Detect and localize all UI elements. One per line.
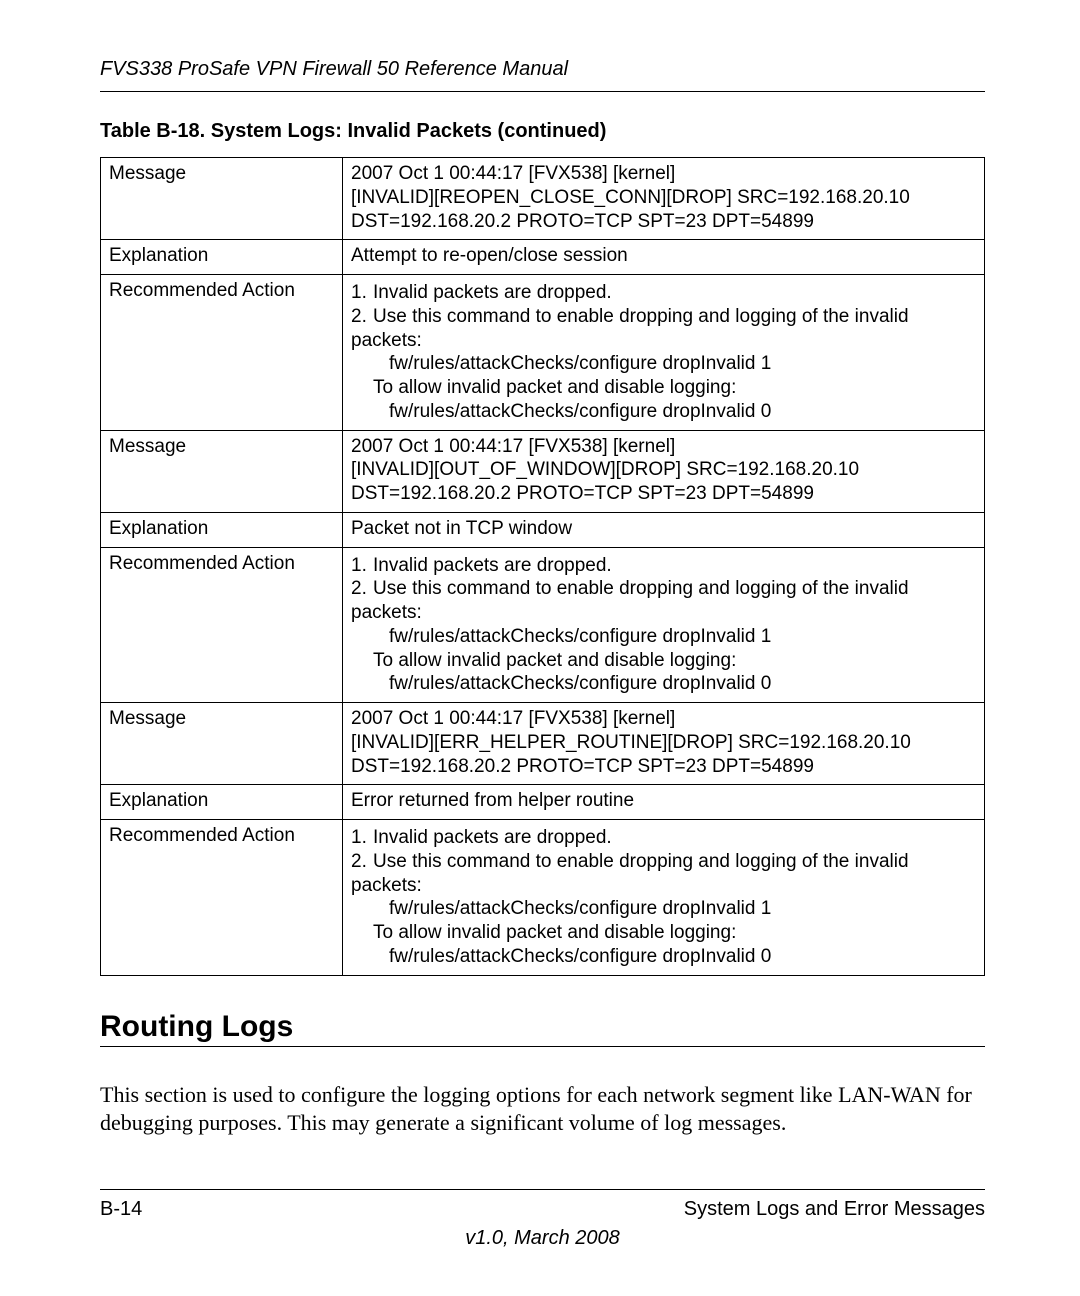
log-table: Message 2007 Oct 1 00:44:17 [FVX538] [ke… — [100, 157, 985, 976]
row-value: Packet not in TCP window — [343, 512, 985, 547]
page: FVS338 ProSafe VPN Firewall 50 Reference… — [0, 0, 1080, 1296]
table-row: Message 2007 Oct 1 00:44:17 [FVX538] [ke… — [101, 430, 985, 512]
header-rule — [100, 91, 985, 92]
table-row: Recommended Action 1.Invalid packets are… — [101, 275, 985, 431]
row-label: Explanation — [101, 785, 343, 820]
table-row: Explanation Packet not in TCP window — [101, 512, 985, 547]
row-value: Error returned from helper routine — [343, 785, 985, 820]
msg-line: DST=192.168.20.2 PROTO=TCP SPT=23 DPT=54… — [351, 756, 814, 777]
table-row: Explanation Attempt to re-open/close ses… — [101, 240, 985, 275]
row-label: Message — [101, 703, 343, 785]
msg-line: DST=192.168.20.2 PROTO=TCP SPT=23 DPT=54… — [351, 483, 814, 504]
action-item: Use this command to enable dropping and … — [351, 306, 909, 351]
running-title: FVS338 ProSafe VPN Firewall 50 Reference… — [100, 58, 985, 81]
table-row: Explanation Error returned from helper r… — [101, 785, 985, 820]
action-item: Invalid packets are dropped. — [373, 827, 612, 848]
action-cmd: fw/rules/attackChecks/configure dropInva… — [351, 625, 976, 649]
section-paragraph: This section is used to configure the lo… — [100, 1081, 985, 1137]
action-item: Invalid packets are dropped. — [373, 282, 612, 303]
action-item: Use this command to enable dropping and … — [351, 578, 909, 623]
msg-line: [INVALID][REOPEN_CLOSE_CONN][DROP] SRC=1… — [351, 187, 910, 208]
action-cmd: fw/rules/attackChecks/configure dropInva… — [351, 897, 976, 921]
row-label: Explanation — [101, 240, 343, 275]
action-note: To allow invalid packet and disable logg… — [351, 649, 976, 673]
action-list: 1.Invalid packets are dropped. 2.Use thi… — [351, 826, 976, 969]
action-note: To allow invalid packet and disable logg… — [351, 376, 976, 400]
msg-line: [INVALID][ERR_HELPER_ROUTINE][DROP] SRC=… — [351, 732, 911, 753]
row-label: Recommended Action — [101, 275, 343, 431]
row-value: 2007 Oct 1 00:44:17 [FVX538] [kernel] [I… — [343, 158, 985, 240]
table-row: Message 2007 Oct 1 00:44:17 [FVX538] [ke… — [101, 703, 985, 785]
row-value: 2007 Oct 1 00:44:17 [FVX538] [kernel] [I… — [343, 430, 985, 512]
page-footer: B-14 System Logs and Error Messages v1.0… — [100, 1189, 985, 1250]
row-value: Attempt to re-open/close session — [343, 240, 985, 275]
msg-line: 2007 Oct 1 00:44:17 [FVX538] [kernel] — [351, 708, 675, 729]
table-row: Message 2007 Oct 1 00:44:17 [FVX538] [ke… — [101, 158, 985, 240]
action-cmd: fw/rules/attackChecks/configure dropInva… — [351, 400, 976, 424]
table-caption: Table B-18. System Logs: Invalid Packets… — [100, 120, 985, 143]
table-row: Recommended Action 1.Invalid packets are… — [101, 547, 985, 703]
footer-rule — [100, 1189, 985, 1190]
action-cmd: fw/rules/attackChecks/configure dropInva… — [351, 352, 976, 376]
section-rule — [100, 1046, 985, 1047]
doc-version: v1.0, March 2008 — [100, 1227, 985, 1250]
action-cmd: fw/rules/attackChecks/configure dropInva… — [351, 945, 976, 969]
action-list: 1.Invalid packets are dropped. 2.Use thi… — [351, 554, 976, 697]
action-cmd: fw/rules/attackChecks/configure dropInva… — [351, 672, 976, 696]
action-note: To allow invalid packet and disable logg… — [351, 921, 976, 945]
row-value: 1.Invalid packets are dropped. 2.Use thi… — [343, 820, 985, 976]
row-label: Explanation — [101, 512, 343, 547]
msg-line: 2007 Oct 1 00:44:17 [FVX538] [kernel] — [351, 436, 675, 457]
row-value: 1.Invalid packets are dropped. 2.Use thi… — [343, 275, 985, 431]
chapter-title: System Logs and Error Messages — [684, 1198, 985, 1221]
msg-line: 2007 Oct 1 00:44:17 [FVX538] [kernel] — [351, 163, 675, 184]
row-label: Recommended Action — [101, 547, 343, 703]
table-row: Recommended Action 1.Invalid packets are… — [101, 820, 985, 976]
msg-line: DST=192.168.20.2 PROTO=TCP SPT=23 DPT=54… — [351, 211, 814, 232]
action-item: Use this command to enable dropping and … — [351, 851, 909, 896]
action-list: 1.Invalid packets are dropped. 2.Use thi… — [351, 281, 976, 424]
row-label: Message — [101, 430, 343, 512]
row-label: Message — [101, 158, 343, 240]
msg-line: [INVALID][OUT_OF_WINDOW][DROP] SRC=192.1… — [351, 459, 859, 480]
page-number: B-14 — [100, 1198, 142, 1221]
section-heading: Routing Logs — [100, 1010, 985, 1044]
row-value: 1.Invalid packets are dropped. 2.Use thi… — [343, 547, 985, 703]
row-value: 2007 Oct 1 00:44:17 [FVX538] [kernel] [I… — [343, 703, 985, 785]
row-label: Recommended Action — [101, 820, 343, 976]
action-item: Invalid packets are dropped. — [373, 555, 612, 576]
